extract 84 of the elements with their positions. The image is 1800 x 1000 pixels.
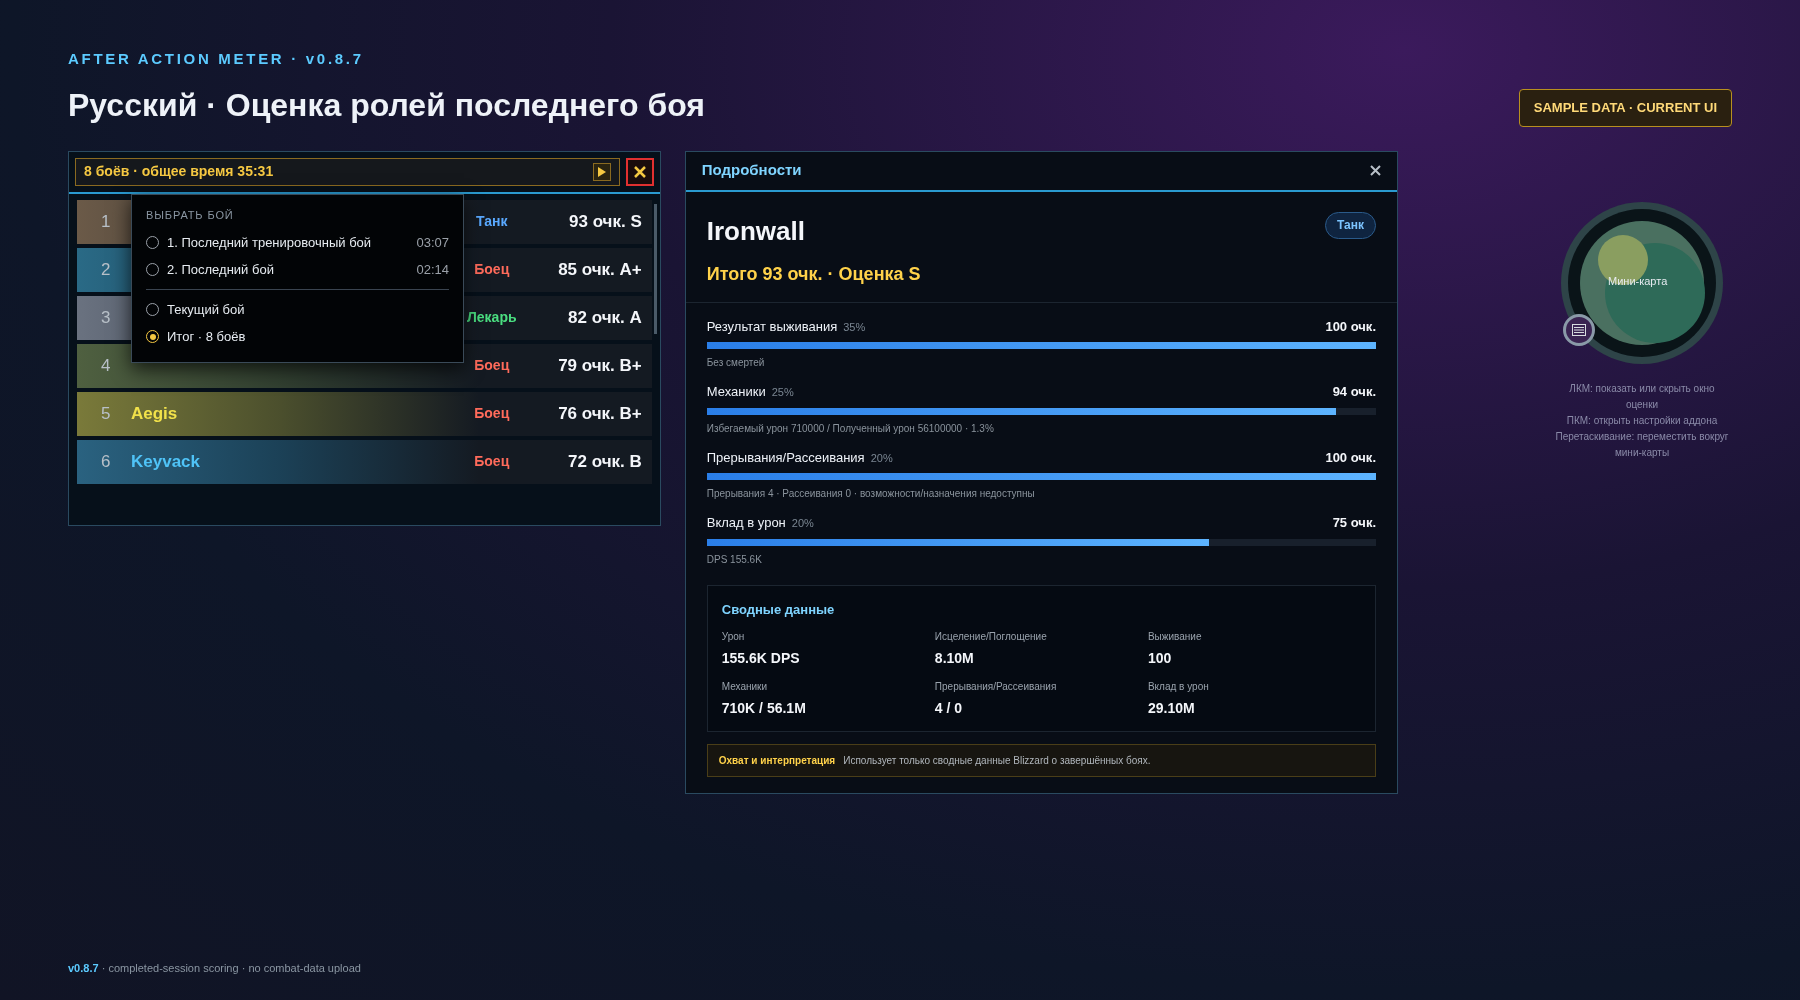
player-row[interactable]: 5 Aegis Боец 76 очк. B+	[77, 391, 652, 436]
minimap-hint: ЛКМ: показать или скрыть окно оценки	[1568, 381, 1716, 412]
metric-label: Прерывания/Рассеивания	[706, 448, 865, 467]
metric-note: Без смертей	[706, 356, 766, 370]
option-label: Текущий бой	[167, 300, 246, 319]
panel-title: Подробности	[701, 160, 802, 181]
fight-option[interactable]: 1. Последний тренировочный бой 03:07	[146, 229, 449, 256]
score-label: 79 очк. B+	[557, 354, 642, 377]
stat-value: 4 / 0	[934, 699, 964, 718]
player-row[interactable]: 6 Keyvack Боец 72 очк. B	[77, 439, 652, 484]
score-label: 76 очк. B+	[557, 402, 642, 425]
option-time: 02:14	[416, 260, 449, 279]
fight-summary-bar[interactable]: 8 боёв · общее время 35:31	[75, 157, 620, 186]
total-score: Итого 93 очк. · Оценка S	[706, 262, 921, 286]
option-label: 2. Последний бой	[167, 260, 275, 279]
score-label: 93 очк. S	[568, 210, 642, 233]
close-icon[interactable]	[1370, 165, 1381, 176]
stat-value: 8.10M	[934, 649, 975, 668]
option-label: 1. Последний тренировочный бой	[167, 233, 373, 252]
page-title: Русский · Оценка ролей последнего боя	[68, 85, 705, 125]
close-button[interactable]	[625, 157, 654, 186]
rank-number: 5	[101, 402, 112, 425]
footer-text: v0.8.7 · completed-session scoring · no combat-data upload	[68, 961, 361, 974]
rank-number: 1	[101, 210, 112, 233]
role-label: Лекарь	[466, 308, 518, 327]
dropdown-heading: ВЫБРАТЬ БОЙ	[146, 207, 235, 223]
summary-title: Сводные данные	[721, 600, 836, 619]
metric-weight: 35%	[843, 319, 866, 335]
option-label: Итог · 8 боёв	[167, 327, 247, 346]
stat-label: Исцеление/Поглощение	[934, 630, 1048, 644]
role-label: Боец	[473, 260, 511, 279]
fight-option[interactable]: Текущий бой	[146, 296, 449, 323]
metric-weight: 20%	[791, 516, 814, 531]
stat-label: Вклад в урон	[1147, 680, 1210, 694]
metric-note: Прерывания 4 · Рассеивания 0 · возможности/назначения недоступны	[706, 487, 1036, 501]
metric-note: DPS 155.6K	[706, 552, 763, 567]
role-label: Боец	[473, 452, 511, 471]
metric-score: 75 очк.	[1332, 514, 1376, 532]
metric-weight: 20%	[870, 450, 893, 466]
metric-score: 100 очк.	[1325, 317, 1376, 336]
fight-summary: 8 боёв · общее время 35:31	[84, 162, 274, 181]
score-label: 72 очк. B	[567, 450, 642, 473]
list-icon	[1572, 323, 1586, 336]
option-time: 03:07	[416, 233, 449, 252]
role-label: Танк	[475, 212, 509, 231]
stat-label: Механики	[721, 680, 769, 694]
minimap-drawing[interactable]	[1560, 200, 1724, 365]
stat-label: Прерывания/Рассеивания	[934, 680, 1058, 694]
play-icon	[597, 166, 607, 177]
score-label: 82 очк. A	[567, 306, 642, 329]
player-name: Keyvack	[131, 451, 200, 471]
rank-number: 4	[101, 354, 112, 377]
rank-number: 2	[101, 258, 112, 281]
score-label: 85 очк. A+	[557, 258, 642, 281]
metric-label: Механики	[706, 383, 766, 401]
scope-text: Использует только сводные данные Blizzard о завершённых боях.	[843, 754, 1151, 768]
scope-title: Охват и интерпретация	[718, 754, 836, 768]
metric-label: Вклад в урон	[706, 514, 786, 532]
metric-weight: 25%	[771, 385, 794, 400]
player-name: Aegis	[131, 403, 178, 423]
minimap-label: Мини-карта	[1608, 273, 1668, 289]
stat-label: Выживание	[1147, 630, 1203, 644]
app-eyebrow: AFTER ACTION METER · v0.8.7	[68, 49, 365, 69]
rank-number: 3	[101, 306, 112, 329]
sample-data-badge: SAMPLE DATA · CURRENT UI	[1518, 89, 1732, 127]
stat-value: 155.6K DPS	[721, 649, 801, 668]
metric-score: 100 очк.	[1325, 448, 1376, 467]
role-label: Боец	[473, 356, 511, 375]
role-pill: Танк	[1325, 211, 1376, 239]
play-button[interactable]	[592, 162, 611, 181]
metric-note: Избегаемый урон 710000 / Полученный урон 56100000 · 1.3%	[706, 421, 995, 436]
close-icon	[633, 165, 646, 178]
stat-value: 100	[1147, 649, 1173, 668]
rank-number: 6	[101, 450, 112, 473]
player-name: Ironwall	[706, 214, 806, 248]
metric-score: 94 очк.	[1332, 383, 1376, 401]
stat-value: 710K / 56.1M	[721, 699, 807, 718]
stat-label: Урон	[721, 630, 746, 644]
role-label: Боец	[473, 404, 511, 423]
metric-label: Результат выживания	[706, 317, 838, 336]
stat-value: 29.10M	[1147, 699, 1196, 718]
minimap-hint: Перетаскивание: переместить вокруг мини-карты	[1554, 429, 1730, 460]
fight-option[interactable]: 2. Последний бой 02:14	[146, 256, 449, 283]
minimap-hint: ПКМ: открыть настройки аддона	[1566, 413, 1718, 428]
